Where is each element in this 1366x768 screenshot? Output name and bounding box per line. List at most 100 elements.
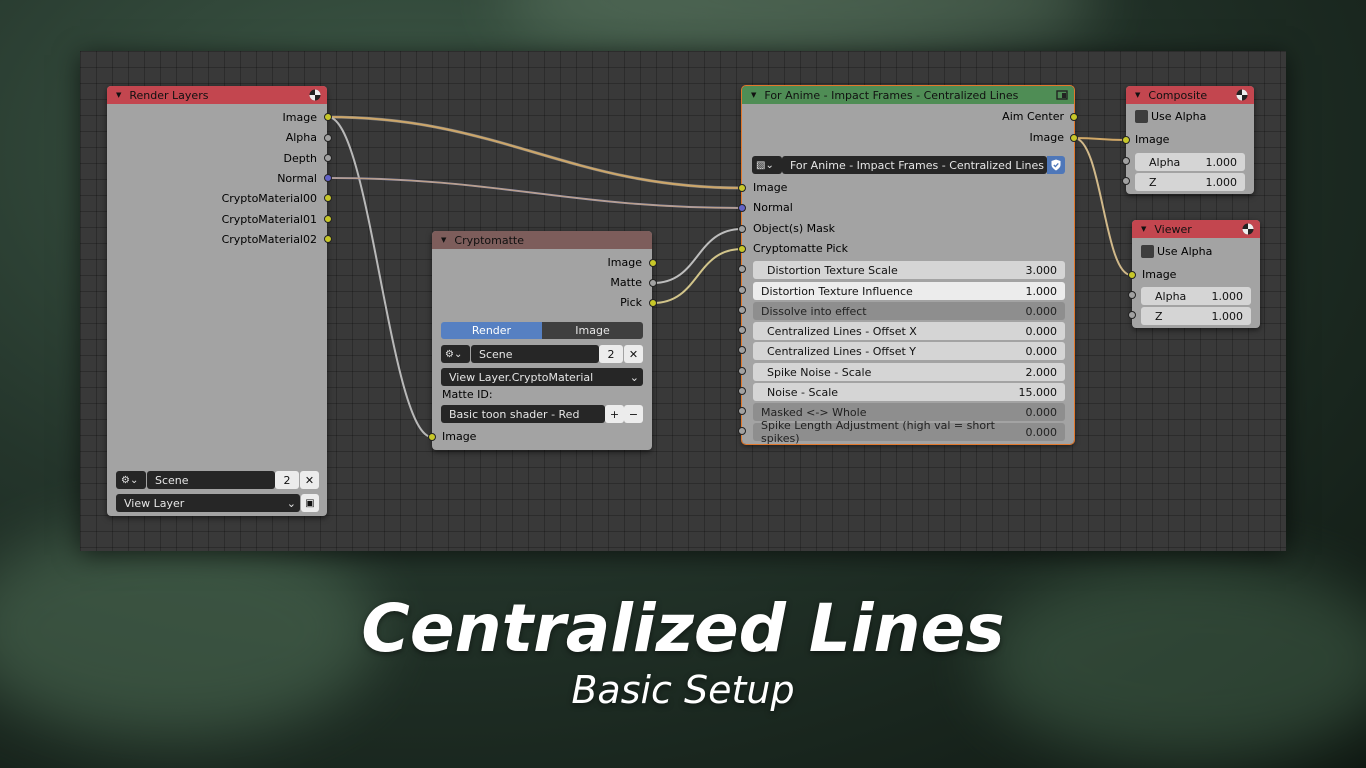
use-alpha-checkbox[interactable]	[1135, 110, 1148, 123]
output-label: Image	[282, 111, 317, 124]
input-socket-normal[interactable]	[738, 204, 746, 212]
scene-unlink-button[interactable]: ✕	[300, 471, 319, 489]
input-socket-mask[interactable]	[738, 225, 746, 233]
viewer-node[interactable]: ▼ Viewer Use Alpha Image Alpha 1.000 Z 1.0…	[1128, 220, 1260, 328]
output-socket-crypto01[interactable]	[324, 215, 332, 223]
input-socket-alpha[interactable]	[1122, 157, 1130, 165]
render-icon[interactable]	[1242, 223, 1254, 235]
node-header[interactable]: ▼ For Anime - Impact Frames - Centralize…	[742, 86, 1074, 104]
node-header[interactable]: ▼ Composite	[1126, 86, 1254, 104]
scene-users-count[interactable]: 2	[599, 345, 623, 363]
scene-users-count[interactable]: 2	[275, 471, 299, 489]
input-socket-param[interactable]	[738, 265, 746, 273]
scene-selector[interactable]: Scene	[147, 471, 275, 489]
composite-node[interactable]: ▼ Composite Use Alpha Image Alpha 1.000 Z…	[1122, 86, 1254, 194]
scene-icon-dropdown[interactable]: ⚙⌄	[116, 471, 146, 489]
collapse-arrow-icon[interactable]: ▼	[1135, 91, 1140, 99]
alpha-label: Alpha	[1149, 155, 1181, 169]
input-socket-param[interactable]	[738, 407, 746, 415]
param-label: Spike Noise - Scale	[767, 365, 872, 379]
output-socket-pick[interactable]	[649, 299, 657, 307]
output-socket-crypto02[interactable]	[324, 235, 332, 243]
add-matte-button[interactable]: +	[605, 405, 624, 423]
output-socket-normal[interactable]	[324, 174, 332, 182]
node-tree-selector[interactable]: For Anime - Impact Frames - Centralized …	[782, 156, 1047, 174]
render-layers-node[interactable]: ▼ Render Layers Image Alpha Depth Normal…	[107, 86, 332, 516]
input-socket-param[interactable]	[738, 387, 746, 395]
use-alpha-checkbox[interactable]	[1141, 245, 1154, 258]
param-field[interactable]: Distortion Texture Influence 1.000	[753, 282, 1065, 300]
collapse-arrow-icon[interactable]: ▼	[751, 91, 756, 99]
output-socket-image[interactable]	[1070, 134, 1078, 142]
node-header[interactable]: ▼ Viewer	[1132, 220, 1260, 238]
param-field[interactable]: Noise - Scale 15.000	[753, 383, 1065, 401]
output-socket-matte[interactable]	[649, 279, 657, 287]
input-socket-image[interactable]	[1122, 136, 1130, 144]
output-socket-image[interactable]	[649, 259, 657, 267]
node-group-icon[interactable]	[1056, 89, 1068, 101]
input-socket-crypto-pick[interactable]	[738, 245, 746, 253]
input-socket-param[interactable]	[738, 427, 746, 435]
clipboard-icon: ▣	[305, 497, 315, 509]
input-socket-param[interactable]	[738, 306, 746, 314]
input-label: Object(s) Mask	[753, 222, 835, 235]
input-socket-param[interactable]	[738, 367, 746, 375]
tab-image[interactable]: Image	[542, 322, 643, 339]
node-header[interactable]: ▼ Render Layers	[107, 86, 327, 104]
plus-icon: +	[609, 407, 620, 421]
render-icon[interactable]	[309, 89, 321, 101]
output-socket-alpha[interactable]	[324, 134, 332, 142]
param-label: Distortion Texture Influence	[761, 284, 913, 298]
fake-user-button[interactable]	[1047, 156, 1065, 174]
impact-frames-group-node[interactable]: ▼ For Anime - Impact Frames - Centralize…	[738, 85, 1078, 445]
input-socket-image[interactable]	[1128, 271, 1136, 279]
matte-id-field[interactable]: Basic toon shader - Red	[441, 405, 605, 423]
use-alpha-label: Use Alpha	[1151, 110, 1207, 123]
output-socket-crypto00[interactable]	[324, 194, 332, 202]
cryptomatte-node[interactable]: ▼ Cryptomatte Image Matte Pick Render Im…	[428, 231, 657, 450]
input-socket-image[interactable]	[428, 433, 436, 441]
input-socket-z[interactable]	[1122, 177, 1130, 185]
input-socket-z[interactable]	[1128, 311, 1136, 319]
collapse-arrow-icon[interactable]: ▼	[441, 236, 446, 244]
collapse-arrow-icon[interactable]: ▼	[1141, 225, 1146, 233]
param-field[interactable]: Spike Length Adjustment (high val = shor…	[753, 419, 1065, 445]
z-field[interactable]: Z 1.000	[1141, 307, 1251, 325]
input-label: Cryptomatte Pick	[753, 242, 848, 255]
render-layer-button[interactable]: ▣	[301, 494, 319, 512]
param-field[interactable]: Distortion Texture Scale 3.000	[753, 261, 1065, 279]
alpha-field[interactable]: Alpha 1.000	[1135, 153, 1245, 171]
param-field[interactable]: Spike Noise - Scale 2.000	[753, 363, 1065, 381]
close-icon: ✕	[304, 473, 315, 487]
scene-selector[interactable]: Scene	[471, 345, 599, 363]
param-label: Masked <-> Whole	[761, 405, 867, 419]
node-header[interactable]: ▼ Cryptomatte	[432, 231, 652, 249]
matte-id-value: Basic toon shader - Red	[449, 407, 580, 421]
alpha-field[interactable]: Alpha 1.000	[1141, 287, 1251, 305]
layer-dropdown[interactable]: View Layer.CryptoMaterial ⌄	[441, 368, 643, 386]
input-socket-param[interactable]	[738, 286, 746, 294]
node-tree-icon-dropdown[interactable]: ▧⌄	[752, 156, 782, 174]
node-editor[interactable]: ▼ Render Layers Image Alpha Depth Normal…	[80, 51, 1286, 551]
scene-icon-dropdown[interactable]: ⚙⌄	[441, 345, 470, 363]
output-label: CryptoMaterial00	[221, 192, 317, 205]
input-socket-image[interactable]	[738, 184, 746, 192]
collapse-arrow-icon[interactable]: ▼	[116, 91, 121, 99]
input-socket-alpha[interactable]	[1128, 291, 1136, 299]
tab-render[interactable]: Render	[441, 322, 542, 339]
output-socket-aim-center[interactable]	[1070, 113, 1078, 121]
param-value: 0.000	[1025, 405, 1058, 419]
param-field[interactable]: Centralized Lines - Offset X 0.000	[753, 322, 1065, 340]
render-icon[interactable]	[1236, 89, 1248, 101]
view-layer-dropdown[interactable]: View Layer ⌄	[116, 494, 300, 512]
alpha-value: 1.000	[1211, 289, 1244, 303]
scene-unlink-button[interactable]: ✕	[624, 345, 643, 363]
remove-matte-button[interactable]: −	[624, 405, 643, 423]
input-socket-param[interactable]	[738, 326, 746, 334]
input-socket-param[interactable]	[738, 346, 746, 354]
param-field[interactable]: Dissolve into effect 0.000	[753, 302, 1065, 320]
param-field[interactable]: Centralized Lines - Offset Y 0.000	[753, 342, 1065, 360]
output-socket-depth[interactable]	[324, 154, 332, 162]
z-field[interactable]: Z 1.000	[1135, 173, 1245, 191]
output-socket-image[interactable]	[324, 113, 332, 121]
